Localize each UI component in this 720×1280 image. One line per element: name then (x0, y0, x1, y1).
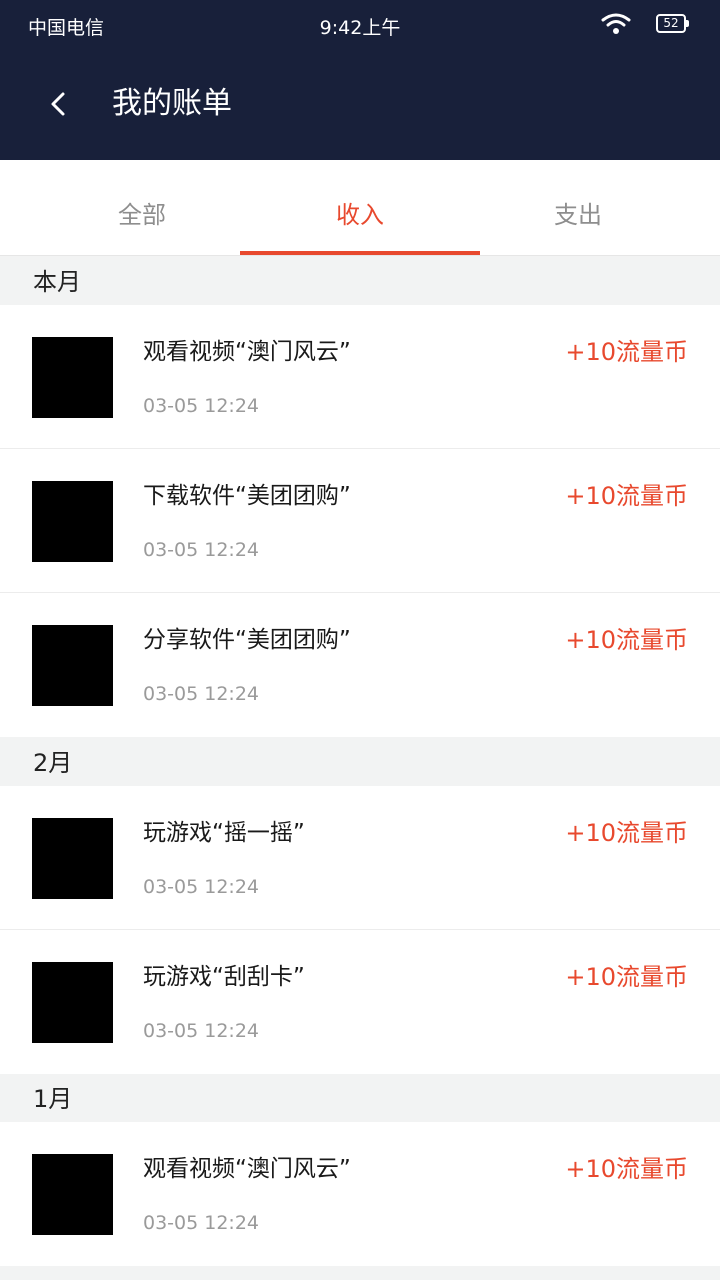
page-title: 我的账单 (112, 86, 232, 121)
back-arrow-icon[interactable] (40, 84, 80, 124)
item-title: 观看视频“澳门风云” (143, 1156, 351, 1182)
item-amount: +10流量币 (565, 338, 688, 366)
item-time: 03-05 12:24 (143, 683, 260, 705)
list-item[interactable]: 观看视频“澳门风云” 03-05 12:24 +10流量币 (0, 1122, 720, 1266)
battery-icon: 52 (656, 14, 689, 33)
item-amount: +10流量币 (565, 819, 688, 847)
section-header-this-month: 本月 (0, 257, 720, 305)
app-header: 中国电信 9:42上午 52 我的账单 (0, 0, 720, 160)
tab-bar: 全部 收入 支出 (0, 160, 720, 256)
status-bar: 中国电信 9:42上午 52 (0, 0, 720, 50)
list-item[interactable]: 下载软件“美团团购” 03-05 12:24 +10流量币 (0, 449, 720, 593)
list-item[interactable]: 玩游戏“刮刮卡” 03-05 12:24 +10流量币 (0, 930, 720, 1074)
item-title: 观看视频“澳门风云” (143, 339, 351, 365)
list-item[interactable]: 观看视频“澳门风云” 03-05 12:24 +10流量币 (0, 305, 720, 449)
item-title: 下载软件“美团团购” (143, 483, 351, 509)
item-title: 分享软件“美团团购” (143, 627, 351, 653)
item-amount: +10流量币 (565, 963, 688, 991)
tab-income[interactable]: 收入 (240, 160, 480, 256)
active-tab-indicator (240, 251, 480, 255)
item-thumbnail (32, 962, 113, 1043)
section-header-february: 2月 (0, 738, 720, 786)
item-time: 03-05 12:24 (143, 1212, 260, 1234)
item-time: 03-05 12:24 (143, 395, 260, 417)
item-thumbnail (32, 337, 113, 418)
item-amount: +10流量币 (565, 1155, 688, 1183)
tab-expense[interactable]: 支出 (458, 160, 698, 256)
tab-all[interactable]: 全部 (22, 160, 262, 256)
item-title: 玩游戏“摇一摇” (143, 820, 305, 846)
item-time: 03-05 12:24 (143, 539, 260, 561)
item-amount: +10流量币 (565, 626, 688, 654)
item-thumbnail (32, 818, 113, 899)
item-title: 玩游戏“刮刮卡” (143, 964, 305, 990)
wifi-icon (601, 13, 631, 34)
section-header-january: 1月 (0, 1074, 720, 1122)
item-amount: +10流量币 (565, 482, 688, 510)
item-time: 03-05 12:24 (143, 876, 260, 898)
list-item[interactable]: 玩游戏“摇一摇” 03-05 12:24 +10流量币 (0, 786, 720, 930)
item-thumbnail (32, 481, 113, 562)
item-time: 03-05 12:24 (143, 1020, 260, 1042)
item-thumbnail (32, 1154, 113, 1235)
item-thumbnail (32, 625, 113, 706)
list-item[interactable]: 分享软件“美团团购” 03-05 12:24 +10流量币 (0, 593, 720, 737)
